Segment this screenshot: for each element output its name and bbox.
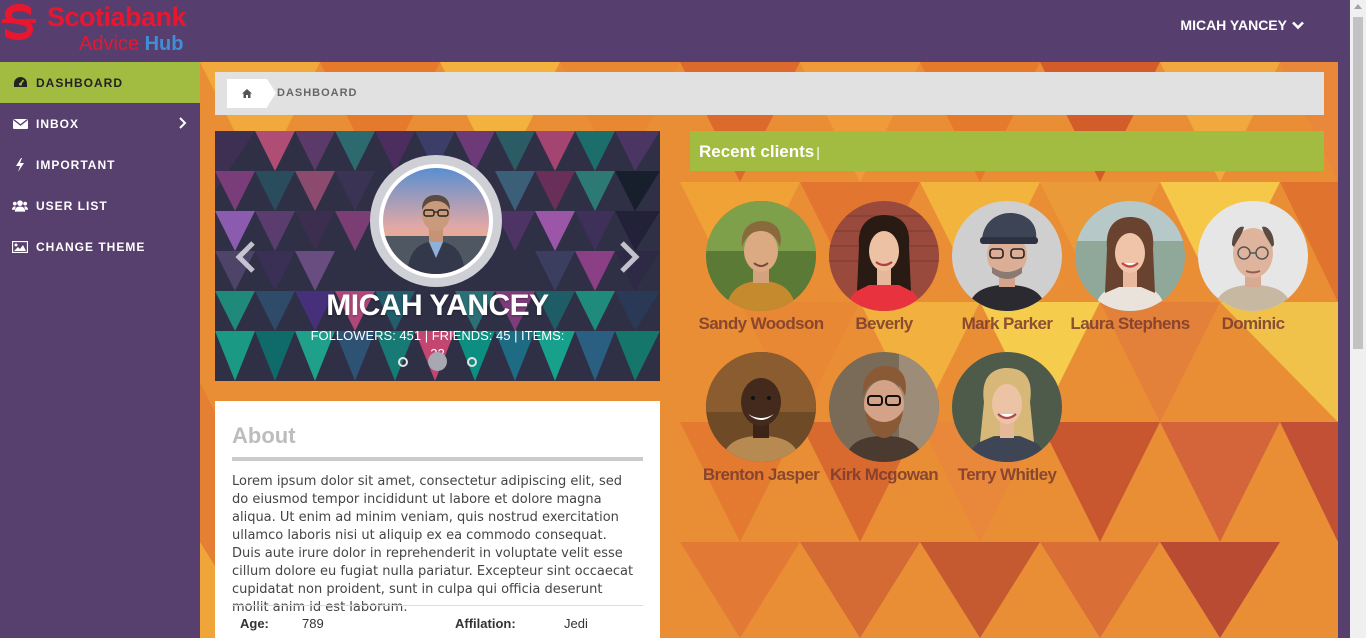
client-name: Mark Parker <box>961 314 1053 333</box>
carousel-indicators <box>398 352 478 372</box>
scrollbar-thumb[interactable] <box>1353 17 1363 349</box>
page-scrollbar[interactable] <box>1350 0 1366 638</box>
sidebar-item-important[interactable]: IMPORTANT <box>0 144 200 185</box>
affiliation-value: Jedi <box>564 616 588 631</box>
client-terry-whitley[interactable]: Terry Whitley <box>942 352 1072 485</box>
scroll-up-arrow-icon[interactable] <box>1354 4 1362 9</box>
dashboard-icon <box>12 76 28 90</box>
home-icon <box>242 89 252 98</box>
user-menu[interactable]: MICAH YANCEY <box>1180 17 1304 33</box>
client-laura-stephens[interactable]: Laura Stephens <box>1065 201 1195 334</box>
profile-photo <box>383 168 489 274</box>
carousel-next-icon[interactable] <box>616 241 640 273</box>
sidebar-item-dashboard[interactable]: DASHBOARD <box>0 62 200 103</box>
sidebar-item-user-list[interactable]: USER LIST <box>0 185 200 226</box>
client-beverly[interactable]: Beverly <box>819 201 949 334</box>
carousel-dot-1[interactable] <box>398 357 408 367</box>
sidebar-item-label: DASHBOARD <box>36 75 123 90</box>
users-icon <box>12 199 28 213</box>
client-kirk-mcgowan[interactable]: Kirk Mcgowan <box>819 352 949 485</box>
client-avatar <box>1075 201 1185 311</box>
about-details-row: Age: 789 Affilation: Jedi <box>232 605 643 638</box>
client-avatar <box>1198 201 1308 311</box>
bolt-icon <box>12 157 28 172</box>
about-title: About <box>232 423 643 461</box>
client-sandy-woodson[interactable]: Sandy Woodson <box>696 201 826 334</box>
client-avatar <box>952 201 1062 311</box>
recent-clients-header: Recent clients | <box>690 131 1324 171</box>
client-name: Dominic <box>1221 314 1285 333</box>
client-name: Laura Stephens <box>1070 314 1190 333</box>
client-name: Kirk Mcgowan <box>829 465 939 484</box>
chevron-right-icon <box>179 117 187 129</box>
brand-subtitle-advice: Advice <box>79 33 140 55</box>
sidebar-item-label: IMPORTANT <box>36 157 116 172</box>
brand-subtitle: Advice Hub <box>79 33 183 55</box>
client-dominic[interactable]: Dominic <box>1188 201 1318 334</box>
sidebar: DASHBOARD INBOX IMPORTANT USER LIST CHAN… <box>0 62 200 638</box>
profile-carousel: MICAH YANCEY FOLLOWERS: 451 | FRIENDS: 4… <box>215 131 660 381</box>
client-avatar <box>829 352 939 462</box>
sidebar-item-change-theme[interactable]: CHANGE THEME <box>0 226 200 267</box>
sidebar-item-label: CHANGE THEME <box>36 239 146 254</box>
client-name: Beverly <box>855 314 913 333</box>
carousel-dot-3[interactable] <box>467 357 477 367</box>
top-bar: Scotiabank Advice Hub MICAH YANCEY <box>0 0 1350 62</box>
picture-icon <box>12 240 28 254</box>
brand-logo[interactable]: Scotiabank Advice Hub <box>2 2 202 57</box>
client-name: Brenton Jasper <box>702 465 820 484</box>
carousel-dot-2-active[interactable] <box>428 352 447 371</box>
sidebar-item-label: INBOX <box>36 116 80 131</box>
client-brenton-jasper[interactable]: Brenton Jasper <box>696 352 826 485</box>
carousel-prev-icon[interactable] <box>235 241 259 273</box>
typing-cursor: | <box>816 144 820 160</box>
breadcrumb-home[interactable] <box>227 79 276 108</box>
chevron-down-icon <box>1292 21 1304 30</box>
about-card: About Lorem ipsum dolor sit amet, consec… <box>215 401 660 638</box>
breadcrumb: DASHBOARD <box>215 72 1324 115</box>
sidebar-item-label: USER LIST <box>36 198 108 213</box>
client-avatar <box>706 201 816 311</box>
client-avatar <box>829 201 939 311</box>
age-label: Age: <box>240 616 269 631</box>
client-avatar <box>706 352 816 462</box>
client-avatar <box>952 352 1062 462</box>
client-name: Terry Whitley <box>957 465 1057 484</box>
profile-name: MICAH YANCEY <box>326 289 549 322</box>
envelope-icon <box>12 117 28 131</box>
affiliation-label: Affilation: <box>455 616 516 631</box>
age-value: 789 <box>302 616 324 631</box>
breadcrumb-current: DASHBOARD <box>277 87 358 99</box>
client-name: Sandy Woodson <box>698 314 824 333</box>
brand-subtitle-hub: Hub <box>144 33 184 55</box>
brand-name: Scotiabank <box>47 2 187 32</box>
user-menu-label: MICAH YANCEY <box>1180 17 1287 33</box>
sidebar-item-inbox[interactable]: INBOX <box>0 103 200 144</box>
client-mark-parker[interactable]: Mark Parker <box>942 201 1072 334</box>
profile-avatar <box>370 155 502 287</box>
scotiabank-logo-icon <box>2 4 36 40</box>
about-text: Lorem ipsum dolor sit amet, consectetur … <box>232 474 634 615</box>
recent-clients-title: Recent clients <box>699 142 815 161</box>
